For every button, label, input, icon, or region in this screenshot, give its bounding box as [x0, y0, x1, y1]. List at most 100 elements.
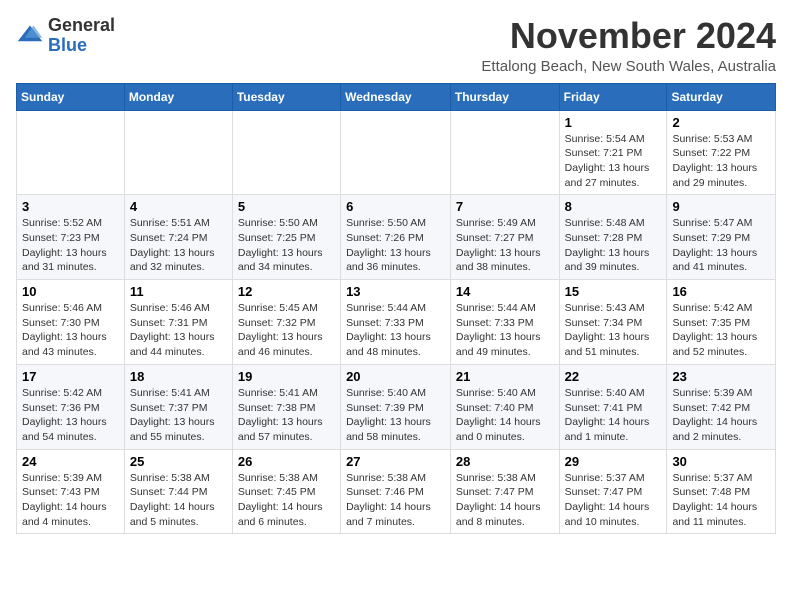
- calendar-cell: [17, 110, 125, 195]
- calendar-cell: [232, 110, 340, 195]
- calendar-cell: 19 Sunrise: 5:41 AMSunset: 7:38 PMDayligh…: [232, 364, 340, 449]
- day-info: Sunrise: 5:42 AMSunset: 7:36 PMDaylight:…: [22, 386, 119, 445]
- calendar-cell: 16 Sunrise: 5:42 AMSunset: 7:35 PMDayligh…: [667, 280, 776, 365]
- day-number: 14: [456, 284, 554, 299]
- calendar-cell: 21Sunrise: 5:40 AMSunset: 7:40 PMDayligh…: [450, 364, 559, 449]
- calendar-cell: 15 Sunrise: 5:43 AMSunset: 7:34 PMDayligh…: [559, 280, 667, 365]
- day-info: Sunrise: 5:38 AMSunset: 7:46 PMDaylight:…: [346, 471, 445, 530]
- day-number: 4: [130, 199, 227, 214]
- weekday-header-thursday: Thursday: [450, 83, 559, 110]
- calendar-cell: 23 Sunrise: 5:39 AMSunset: 7:42 PMDayligh…: [667, 364, 776, 449]
- day-number: 1: [565, 115, 662, 130]
- calendar-cell: 4 Sunrise: 5:51 AMSunset: 7:24 PMDaylight…: [124, 195, 232, 280]
- day-number: 6: [346, 199, 445, 214]
- day-number: 10: [22, 284, 119, 299]
- day-info: Sunrise: 5:41 AMSunset: 7:37 PMDaylight:…: [130, 386, 227, 445]
- location-subtitle: Ettalong Beach, New South Wales, Austral…: [481, 58, 776, 75]
- calendar-week-row: 17Sunrise: 5:42 AMSunset: 7:36 PMDayligh…: [17, 364, 776, 449]
- day-info: Sunrise: 5:37 AMSunset: 7:47 PMDaylight:…: [565, 471, 662, 530]
- day-info: Sunrise: 5:39 AMSunset: 7:43 PMDaylight:…: [22, 471, 119, 530]
- day-number: 3: [22, 199, 119, 214]
- calendar-cell: 5 Sunrise: 5:50 AMSunset: 7:25 PMDaylight…: [232, 195, 340, 280]
- day-number: 11: [130, 284, 227, 299]
- weekday-header-monday: Monday: [124, 83, 232, 110]
- calendar-cell: 8 Sunrise: 5:48 AMSunset: 7:28 PMDaylight…: [559, 195, 667, 280]
- day-number: 22: [565, 369, 662, 384]
- month-title: November 2024: [481, 16, 776, 56]
- calendar-cell: 14 Sunrise: 5:44 AMSunset: 7:33 PMDayligh…: [450, 280, 559, 365]
- day-info: Sunrise: 5:52 AMSunset: 7:23 PMDaylight:…: [22, 216, 119, 275]
- day-info: Sunrise: 5:44 AMSunset: 7:33 PMDaylight:…: [456, 301, 554, 360]
- calendar-cell: 22 Sunrise: 5:40 AMSunset: 7:41 PMDayligh…: [559, 364, 667, 449]
- calendar-cell: 2Sunrise: 5:53 AMSunset: 7:22 PMDaylight…: [667, 110, 776, 195]
- header: General Blue November 2024 Ettalong Beac…: [16, 16, 776, 75]
- calendar-cell: 25 Sunrise: 5:38 AMSunset: 7:44 PMDayligh…: [124, 449, 232, 534]
- calendar-week-row: 10Sunrise: 5:46 AMSunset: 7:30 PMDayligh…: [17, 280, 776, 365]
- day-info: Sunrise: 5:47 AMSunset: 7:29 PMDaylight:…: [672, 216, 770, 275]
- weekday-header-sunday: Sunday: [17, 83, 125, 110]
- day-info: Sunrise: 5:38 AMSunset: 7:45 PMDaylight:…: [238, 471, 335, 530]
- day-number: 8: [565, 199, 662, 214]
- day-info: Sunrise: 5:50 AMSunset: 7:25 PMDaylight:…: [238, 216, 335, 275]
- logo-icon: [16, 22, 44, 50]
- day-info: Sunrise: 5:41 AMSunset: 7:38 PMDaylight:…: [238, 386, 335, 445]
- weekday-header-saturday: Saturday: [667, 83, 776, 110]
- calendar-cell: 18 Sunrise: 5:41 AMSunset: 7:37 PMDayligh…: [124, 364, 232, 449]
- day-info: Sunrise: 5:51 AMSunset: 7:24 PMDaylight:…: [130, 216, 227, 275]
- calendar-table: SundayMondayTuesdayWednesdayThursdayFrid…: [16, 83, 776, 535]
- day-info: Sunrise: 5:44 AMSunset: 7:33 PMDaylight:…: [346, 301, 445, 360]
- day-number: 15: [565, 284, 662, 299]
- calendar-cell: 9 Sunrise: 5:47 AMSunset: 7:29 PMDaylight…: [667, 195, 776, 280]
- day-number: 12: [238, 284, 335, 299]
- day-info: Sunrise: 5:40 AMSunset: 7:41 PMDaylight:…: [565, 386, 662, 445]
- weekday-header-row: SundayMondayTuesdayWednesdayThursdayFrid…: [17, 83, 776, 110]
- calendar-cell: 29 Sunrise: 5:37 AMSunset: 7:47 PMDayligh…: [559, 449, 667, 534]
- day-number: 29: [565, 454, 662, 469]
- calendar-cell: 12 Sunrise: 5:45 AMSunset: 7:32 PMDayligh…: [232, 280, 340, 365]
- day-info: Sunrise: 5:54 AMSunset: 7:21 PMDaylight:…: [565, 132, 662, 191]
- calendar-cell: 6Sunrise: 5:50 AMSunset: 7:26 PMDaylight…: [341, 195, 451, 280]
- day-number: 5: [238, 199, 335, 214]
- day-info: Sunrise: 5:49 AMSunset: 7:27 PMDaylight:…: [456, 216, 554, 275]
- day-number: 18: [130, 369, 227, 384]
- day-info: Sunrise: 5:40 AMSunset: 7:39 PMDaylight:…: [346, 386, 445, 445]
- weekday-header-tuesday: Tuesday: [232, 83, 340, 110]
- day-number: 9: [672, 199, 770, 214]
- day-number: 20: [346, 369, 445, 384]
- weekday-header-wednesday: Wednesday: [341, 83, 451, 110]
- day-number: 26: [238, 454, 335, 469]
- day-number: 23: [672, 369, 770, 384]
- calendar-cell: 26 Sunrise: 5:38 AMSunset: 7:45 PMDayligh…: [232, 449, 340, 534]
- day-number: 24: [22, 454, 119, 469]
- calendar-cell: 27 Sunrise: 5:38 AMSunset: 7:46 PMDayligh…: [341, 449, 451, 534]
- logo-general-text: General: [48, 16, 115, 36]
- day-info: Sunrise: 5:38 AMSunset: 7:47 PMDaylight:…: [456, 471, 554, 530]
- calendar-week-row: 1 Sunrise: 5:54 AMSunset: 7:21 PMDaylight…: [17, 110, 776, 195]
- day-number: 27: [346, 454, 445, 469]
- calendar-cell: 24 Sunrise: 5:39 AMSunset: 7:43 PMDayligh…: [17, 449, 125, 534]
- day-number: 19: [238, 369, 335, 384]
- calendar-cell: [124, 110, 232, 195]
- title-block: November 2024 Ettalong Beach, New South …: [481, 16, 776, 75]
- day-info: Sunrise: 5:37 AMSunset: 7:48 PMDaylight:…: [672, 471, 770, 530]
- day-number: 16: [672, 284, 770, 299]
- day-number: 25: [130, 454, 227, 469]
- day-info: Sunrise: 5:43 AMSunset: 7:34 PMDaylight:…: [565, 301, 662, 360]
- weekday-header-friday: Friday: [559, 83, 667, 110]
- day-info: Sunrise: 5:42 AMSunset: 7:35 PMDaylight:…: [672, 301, 770, 360]
- logo: General Blue: [16, 16, 115, 56]
- day-info: Sunrise: 5:38 AMSunset: 7:44 PMDaylight:…: [130, 471, 227, 530]
- day-info: Sunrise: 5:48 AMSunset: 7:28 PMDaylight:…: [565, 216, 662, 275]
- calendar-cell: [341, 110, 451, 195]
- calendar-cell: 13 Sunrise: 5:44 AMSunset: 7:33 PMDayligh…: [341, 280, 451, 365]
- calendar-cell: 11 Sunrise: 5:46 AMSunset: 7:31 PMDayligh…: [124, 280, 232, 365]
- calendar-cell: 1 Sunrise: 5:54 AMSunset: 7:21 PMDaylight…: [559, 110, 667, 195]
- day-info: Sunrise: 5:45 AMSunset: 7:32 PMDaylight:…: [238, 301, 335, 360]
- day-number: 13: [346, 284, 445, 299]
- calendar-cell: 3 Sunrise: 5:52 AMSunset: 7:23 PMDaylight…: [17, 195, 125, 280]
- calendar-cell: 10Sunrise: 5:46 AMSunset: 7:30 PMDayligh…: [17, 280, 125, 365]
- day-info: Sunrise: 5:39 AMSunset: 7:42 PMDaylight:…: [672, 386, 770, 445]
- day-number: 7: [456, 199, 554, 214]
- day-info: Sunrise: 5:46 AMSunset: 7:31 PMDaylight:…: [130, 301, 227, 360]
- day-number: 30: [672, 454, 770, 469]
